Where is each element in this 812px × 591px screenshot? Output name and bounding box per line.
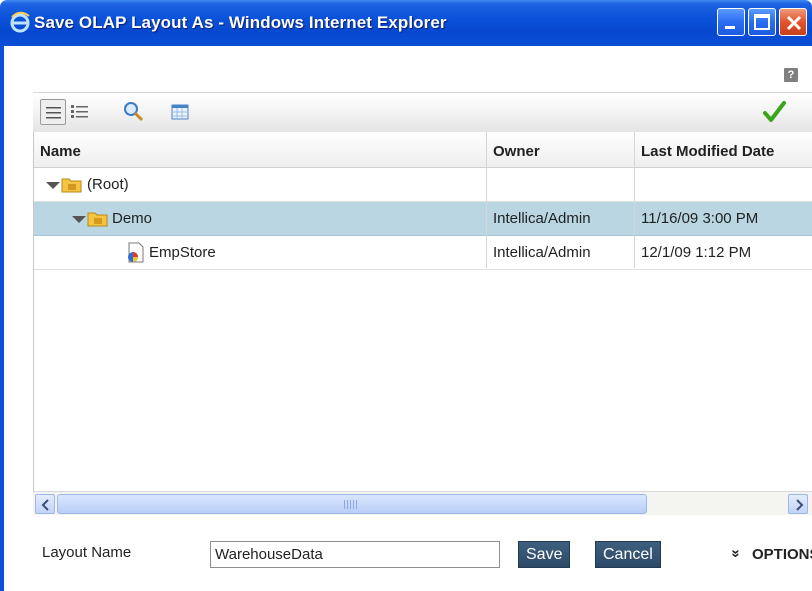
close-icon (786, 15, 802, 31)
layout-name-input[interactable] (210, 541, 500, 568)
internet-explorer-icon (10, 11, 30, 33)
cancel-button[interactable]: Cancel (595, 541, 661, 568)
chevron-right-icon (796, 499, 804, 511)
row-name: Demo (112, 210, 153, 227)
row-owner: Intellica/Admin (493, 244, 591, 261)
row-modified: 12/1/09 1:12 PM (641, 244, 752, 261)
column-header-last-modified[interactable]: Last Modified Date (635, 132, 812, 168)
close-button[interactable] (779, 8, 807, 36)
table-row[interactable]: (Root) (34, 168, 812, 202)
row-name: EmpStore (149, 244, 216, 261)
options-label: OPTIONS (752, 546, 812, 563)
minimize-icon (725, 26, 735, 29)
checkmark-icon (763, 101, 786, 122)
layout-name-label: Layout Name (42, 544, 132, 561)
search-icon (124, 102, 144, 122)
table-row[interactable]: EmpStore Intellica/Admin 12/1/09 1:12 PM (34, 236, 812, 270)
folder-icon (87, 212, 108, 227)
chevron-left-icon (41, 499, 49, 511)
maximize-icon (754, 14, 770, 30)
grid-header: Name Owner Last Modified Date (34, 132, 812, 168)
help-icon[interactable]: ? (784, 68, 798, 82)
table-button[interactable] (167, 99, 193, 125)
save-button[interactable]: Save (518, 541, 571, 568)
folder-icon (61, 178, 82, 193)
window-title: Save OLAP Layout As - Windows Internet E… (34, 13, 447, 32)
row-modified: 11/16/09 3:00 PM (641, 210, 759, 227)
olap-layout-icon (128, 242, 144, 263)
window-titlebar[interactable]: Save OLAP Layout As - Windows Internet E… (0, 0, 812, 46)
maximize-button[interactable] (748, 8, 776, 36)
column-header-name[interactable]: Name (34, 132, 486, 168)
grip-icon (344, 500, 358, 509)
expand-arrow-icon[interactable] (72, 216, 86, 223)
table-icon (171, 104, 189, 120)
scroll-right-button[interactable] (788, 494, 808, 514)
column-divider (634, 132, 635, 268)
file-browser-grid: Name Owner Last Modified Date (Root) Dem… (33, 132, 812, 515)
scroll-thumb[interactable] (57, 494, 647, 514)
confirm-button[interactable] (761, 99, 787, 125)
table-row-selected[interactable]: Demo Intellica/Admin 11/16/09 3:00 PM (34, 202, 812, 236)
scroll-left-button[interactable] (35, 494, 55, 514)
list-view-button[interactable] (40, 99, 66, 125)
details-view-button[interactable] (67, 99, 93, 125)
minimize-button[interactable] (717, 8, 745, 36)
expand-arrow-icon[interactable] (46, 182, 60, 189)
column-divider (486, 132, 487, 268)
column-header-owner[interactable]: Owner (487, 132, 634, 168)
options-toggle[interactable]: » OPTIONS (728, 546, 812, 563)
toolbar (33, 92, 812, 132)
row-name: (Root) (87, 176, 129, 193)
double-chevron-down-icon: » (727, 549, 745, 558)
details-view-icon (71, 105, 88, 118)
search-button[interactable] (121, 99, 147, 125)
row-owner: Intellica/Admin (493, 210, 591, 227)
list-view-icon (46, 107, 61, 119)
horizontal-scrollbar[interactable] (33, 491, 812, 515)
